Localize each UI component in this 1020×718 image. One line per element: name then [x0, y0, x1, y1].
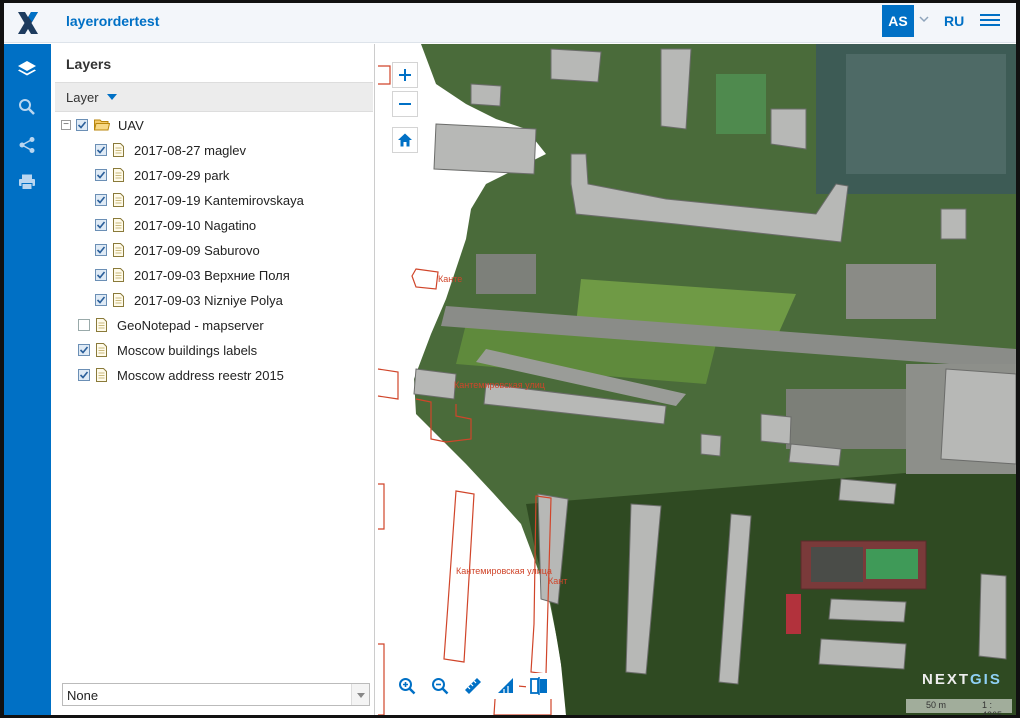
measure-area-button[interactable] [493, 673, 519, 699]
layer-label[interactable]: GeoNotepad - mapserver [117, 318, 264, 333]
layer-checkbox[interactable] [78, 344, 90, 356]
zoom-out-tool-button[interactable] [427, 673, 453, 699]
layer-item[interactable]: 2017-09-29 park [95, 164, 229, 186]
layers-icon[interactable] [14, 56, 40, 82]
layer-dropdown[interactable]: Layer [55, 82, 373, 112]
map-view[interactable]: Канте Кантемировская улица Кант Кантемир… [376, 44, 1016, 715]
layer-label[interactable]: UAV [118, 118, 144, 133]
nextgis-logo-icon[interactable] [12, 7, 44, 39]
layer-label[interactable]: 2017-09-29 park [134, 168, 229, 183]
folder-open-icon [94, 119, 118, 131]
scale-ratio: 1 : 4265 [982, 700, 1003, 715]
search-icon[interactable] [14, 94, 40, 120]
layer-item[interactable]: GeoNotepad - mapserver [78, 314, 264, 336]
layer-doc-icon [113, 293, 134, 307]
zoom-in-tool-button[interactable] [394, 673, 420, 699]
layer-item[interactable]: 2017-09-10 Nagatino [95, 214, 256, 236]
layer-dropdown-label[interactable]: Layer [66, 90, 99, 105]
zoom-in-icon [399, 678, 416, 695]
layer-label[interactable]: Moscow buildings labels [117, 343, 257, 358]
layer-checkbox[interactable] [78, 369, 90, 381]
sidebar-rail [4, 44, 51, 715]
layer-item[interactable]: 2017-09-03 Nizniye Polya [95, 289, 283, 311]
street-label: Канте [438, 274, 463, 284]
layer-item[interactable]: Moscow address reestr 2015 [78, 364, 284, 386]
layer-doc-icon [113, 193, 134, 207]
layers-panel: Layers Layer − UAV 2017-08-27 maglev 2017-0… [51, 44, 375, 715]
layer-label[interactable]: 2017-09-19 Kantemirovskaya [134, 193, 304, 208]
layer-label[interactable]: 2017-09-09 Saburovo [134, 243, 260, 258]
zoom-out-button[interactable] [392, 91, 418, 117]
street-label: Кантемировская улица [456, 566, 552, 576]
layer-item[interactable]: 2017-09-03 Верхние Поля [95, 264, 290, 286]
measure-distance-button[interactable] [460, 673, 486, 699]
header-bar: layerordertest AS RU [4, 3, 1016, 43]
chevron-down-icon[interactable] [918, 13, 932, 27]
app-window: layerordertest AS RU Layers Layer − UAV 20… [4, 3, 1016, 715]
layer-label[interactable]: 2017-09-10 Nagatino [134, 218, 256, 233]
layer-checkbox[interactable] [76, 119, 88, 131]
layer-group-item[interactable]: − UAV [61, 114, 144, 136]
street-label: Кант [548, 576, 568, 586]
home-button[interactable] [392, 127, 418, 153]
watermark-prefix: NEXT [922, 671, 971, 688]
layer-checkbox[interactable] [78, 319, 90, 331]
area-icon [498, 678, 513, 693]
ruler-icon [465, 678, 481, 694]
swipe-compare-button[interactable] [526, 673, 552, 699]
layer-checkbox[interactable] [95, 144, 107, 156]
layer-label[interactable]: 2017-09-03 Nizniye Polya [134, 293, 283, 308]
collapse-toggle-icon[interactable]: − [61, 120, 71, 130]
layer-item[interactable]: Moscow buildings labels [78, 339, 257, 361]
share-icon[interactable] [14, 132, 40, 158]
scale-label: 50 m [926, 700, 947, 710]
home-icon [398, 133, 412, 147]
layer-doc-icon [96, 343, 117, 357]
layer-doc-icon [113, 143, 134, 157]
layer-label[interactable]: 2017-08-27 maglev [134, 143, 246, 158]
layer-doc-icon [113, 168, 134, 182]
scale-bar: 50 m 1 : 4265 [906, 699, 1012, 715]
layer-doc-icon [96, 318, 117, 332]
zoom-in-button[interactable] [392, 62, 418, 88]
layer-checkbox[interactable] [95, 194, 107, 206]
layer-item[interactable]: 2017-08-27 maglev [95, 139, 246, 161]
watermark-suffix: GIS [970, 671, 1002, 688]
panel-title: Layers [66, 56, 112, 72]
layer-doc-icon [113, 268, 134, 282]
select-arrow-icon[interactable] [351, 684, 369, 705]
swipe-icon [530, 677, 547, 695]
layer-doc-icon [113, 243, 134, 257]
street-label: Кантемировская улиц [454, 380, 545, 390]
caret-down-icon[interactable] [107, 94, 117, 100]
zoom-out-icon [432, 678, 449, 695]
layer-doc-icon [113, 218, 134, 232]
layer-checkbox[interactable] [95, 169, 107, 181]
layer-checkbox[interactable] [95, 219, 107, 231]
print-icon[interactable] [14, 169, 40, 195]
layer-item[interactable]: 2017-09-09 Saburovo [95, 239, 260, 261]
nextgis-watermark: NEXTGIS [922, 671, 1002, 688]
user-avatar-button[interactable]: AS [882, 5, 914, 37]
language-switch-button[interactable]: RU [944, 13, 964, 29]
layer-label[interactable]: Moscow address reestr 2015 [117, 368, 284, 383]
hamburger-menu-icon[interactable] [980, 11, 1000, 31]
layer-item[interactable]: 2017-09-19 Kantemirovskaya [95, 189, 304, 211]
layer-doc-icon [96, 368, 117, 382]
basemap-select-value[interactable]: None [67, 688, 98, 703]
layer-checkbox[interactable] [95, 269, 107, 281]
app-title[interactable]: layerordertest [66, 13, 159, 29]
layer-checkbox[interactable] [95, 244, 107, 256]
basemap-select[interactable]: None [62, 683, 370, 706]
layer-label[interactable]: 2017-09-03 Верхние Поля [134, 268, 290, 283]
layer-checkbox[interactable] [95, 294, 107, 306]
